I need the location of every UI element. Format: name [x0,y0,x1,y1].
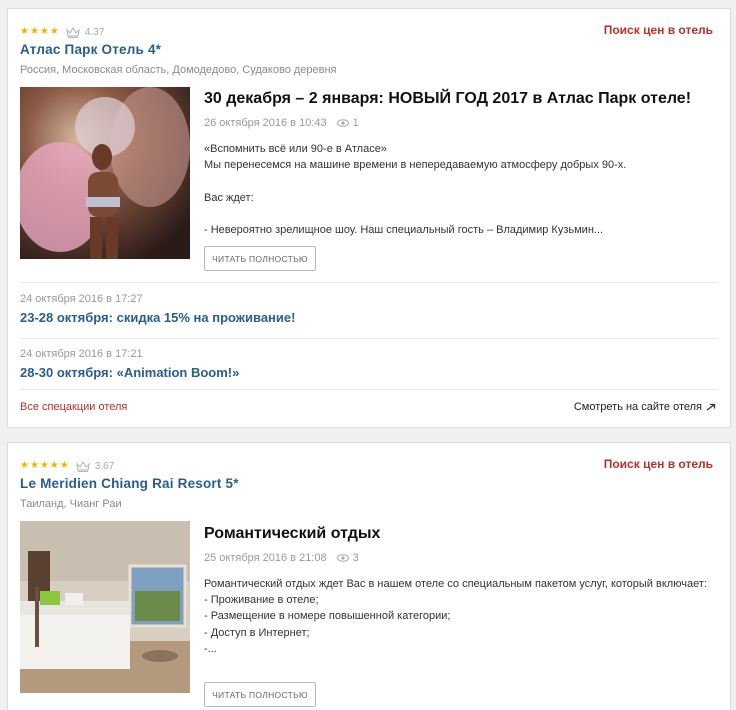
divider [20,282,718,283]
rating-row: ★ ★ ★ ★ ★ 3.67 [20,460,114,472]
list-item: 24 октября 2016 в 17:27 23-28 октября: с… [20,293,295,325]
hotel-name-link[interactable]: Атлас Парк Отель 4* [20,42,161,57]
star-icon: ★ [39,460,49,471]
star-icon: ★ [29,26,39,37]
star-icon: ★ [49,460,59,471]
star-icon: ★ [29,460,39,471]
post: Романтический отдых 25 октября 2016 в 21… [204,524,714,657]
crown-icon [65,26,80,38]
crown-icon [75,460,90,472]
eye-icon [336,119,349,127]
read-more-button[interactable]: ЧИТАТЬ ПОЛНОСТЬЮ [204,246,316,271]
post-meta: 26 октября 2016 в 10:43 1 [204,117,714,129]
rating-value: 4.37 [84,26,105,38]
hotel-card: ★ ★ ★ ★ 4.37 Поиск цен в отель Атлас Пар… [7,8,731,428]
star-icon: ★ [39,26,49,37]
hotel-location: Россия, Московская область, Домодедово, … [20,64,337,76]
post: 30 декабря – 2 января: НОВЫЙ ГОД 2017 в … [204,89,714,238]
star-icon: ★ [20,460,29,471]
post-excerpt: «Вспомнить всё или 90-е в Атласе» Мы пер… [204,143,627,237]
rating-row: ★ ★ ★ ★ 4.37 [20,26,104,38]
hotel-name-link[interactable]: Le Meridien Chiang Rai Resort 5* [20,476,239,491]
star-icon: ★ [20,26,29,37]
all-offers-link[interactable]: Все спецакции отеля [20,401,127,413]
post-date: 24 октября 2016 в 17:27 [20,293,143,305]
post-excerpt: Романтический отдых ждет Вас в нашем оте… [204,578,707,655]
price-search-link[interactable]: Поиск цен в отель [604,457,713,471]
post-date: 26 октября 2016 в 10:43 [204,117,327,129]
post-title-link[interactable]: 23-28 октября: скидка 15% на проживание! [20,310,295,325]
rating-value: 3.67 [94,460,115,472]
eye-icon [336,554,349,562]
post-image[interactable] [20,87,190,259]
star-icon: ★ [49,26,59,37]
post-date: 24 октября 2016 в 17:21 [20,348,143,360]
post-title-link[interactable]: 30 декабря – 2 января: НОВЫЙ ГОД 2017 в … [204,89,714,109]
list-item: 24 октября 2016 в 17:21 28-30 октября: «… [20,348,239,380]
post-image[interactable] [20,521,190,693]
divider [20,389,718,390]
divider [20,338,718,339]
hotel-card: ★ ★ ★ ★ ★ 3.67 Поиск цен в отель Le Meri… [7,442,731,710]
arrow-right-icon [706,403,716,411]
star-icon: ★ [59,460,69,471]
view-count: 3 [352,552,359,564]
hotel-site-link[interactable]: Смотреть на сайте отеля [574,401,716,413]
read-more-button[interactable]: ЧИТАТЬ ПОЛНОСТЬЮ [204,682,316,707]
post-date: 25 октября 2016 в 21:08 [204,552,327,564]
view-count: 1 [352,117,359,129]
price-search-link[interactable]: Поиск цен в отель [604,23,713,37]
post-title-link[interactable]: 28-30 октября: «Animation Boom!» [20,365,239,380]
post-meta: 25 октября 2016 в 21:08 3 [204,552,714,564]
hotel-location: Таиланд, Чианг Раи [20,498,122,510]
hotel-site-label: Смотреть на сайте отеля [573,401,702,413]
post-title-link[interactable]: Романтический отдых [204,524,714,544]
